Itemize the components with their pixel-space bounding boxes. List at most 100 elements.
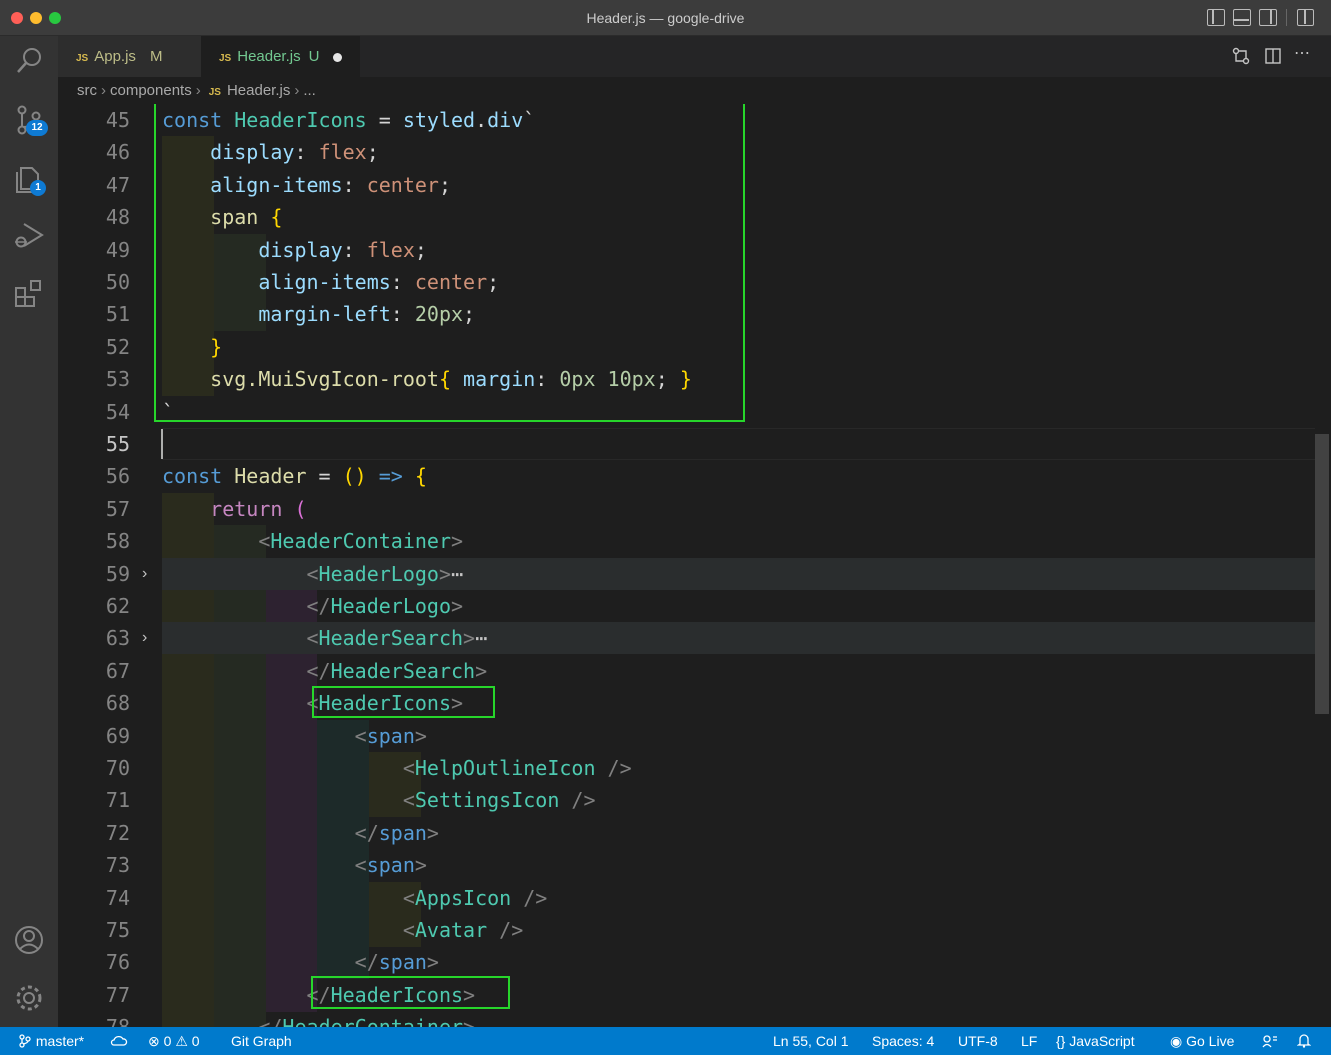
open-changes-icon[interactable] xyxy=(1232,47,1250,65)
code-token: /> xyxy=(523,885,548,910)
fold-expand-icon[interactable]: › xyxy=(142,558,147,590)
breadcrumb-item-src[interactable]: src xyxy=(77,82,97,99)
cursor-position[interactable]: Ln 55, Col 1 xyxy=(773,1027,849,1055)
line-number: 70 xyxy=(105,756,130,780)
tab-app-js[interactable]: JS App.js M xyxy=(58,36,201,77)
titlebar-divider xyxy=(1286,9,1287,26)
line-number: 63 xyxy=(105,626,130,651)
code-token: HeaderLogo xyxy=(318,561,439,586)
branch-indicator[interactable]: master* xyxy=(18,1027,84,1055)
code-token: HeaderSearch xyxy=(330,658,476,683)
code-editor[interactable]: 45 const HeaderIcons = styled.div` 46 disp… xyxy=(58,104,1331,1027)
code-line: <AppsIcon /> xyxy=(162,882,548,914)
more-actions-icon[interactable]: ⋯ xyxy=(1294,46,1312,65)
title-bar: Header.js — google-drive xyxy=(0,0,1331,36)
tab-label: Header.js xyxy=(237,48,301,65)
sync-cloud-icon[interactable] xyxy=(110,1027,128,1055)
code-line: </HeaderLogo> xyxy=(162,590,464,622)
breadcrumb-item-file[interactable]: Header.js xyxy=(227,82,290,99)
js-file-icon: JS xyxy=(208,87,221,98)
code-token: > xyxy=(451,529,464,554)
code-token: Header xyxy=(234,464,307,489)
code-token: return xyxy=(210,496,283,521)
split-editor-icon[interactable] xyxy=(1264,47,1282,65)
line-number: 75 xyxy=(105,918,130,942)
problems-indicator[interactable]: ⊗ 0 ⚠ 0 xyxy=(148,1027,200,1055)
notifications-bell-icon[interactable] xyxy=(1296,1027,1312,1055)
eol-setting[interactable]: LF xyxy=(1021,1027,1037,1055)
code-token: > xyxy=(451,594,464,618)
code-token: > xyxy=(463,626,476,651)
warning-icon: ⚠ xyxy=(175,1033,188,1049)
encoding-setting[interactable]: UTF-8 xyxy=(958,1027,998,1055)
breadcrumb: src › components › JS Header.js ›... xyxy=(58,77,1331,104)
go-live-button[interactable]: ◉ Go Live xyxy=(1170,1027,1234,1055)
explorer-icon[interactable]: 1 xyxy=(12,160,46,196)
line-number: 71 xyxy=(105,788,130,813)
code-token: </ xyxy=(354,950,379,975)
breadcrumb-item-components[interactable]: components xyxy=(110,82,192,99)
code-token: ( xyxy=(294,496,307,521)
toggle-secondary-sidebar-icon[interactable] xyxy=(1259,9,1277,26)
line-number: 69 xyxy=(105,723,130,748)
indentation-setting[interactable]: Spaces: 4 xyxy=(872,1027,934,1055)
code-token: /> xyxy=(499,918,524,942)
tab-header-js[interactable]: JS Header.js U xyxy=(201,36,360,77)
run-debug-icon[interactable] xyxy=(12,218,46,252)
code-line: </span> xyxy=(162,817,439,849)
code-token: () xyxy=(342,464,367,489)
tab-label: App.js xyxy=(94,48,136,65)
line-number: 52 xyxy=(105,334,130,359)
chevron-right-icon: › xyxy=(294,82,300,99)
fold-expand-icon[interactable]: › xyxy=(142,622,147,654)
customize-layout-icon[interactable] xyxy=(1297,9,1314,26)
text-cursor xyxy=(161,429,163,459)
toggle-panel-icon[interactable] xyxy=(1233,9,1251,26)
code-token: span xyxy=(366,723,415,748)
braces-icon: {} xyxy=(1056,1033,1066,1049)
manage-gear-icon[interactable] xyxy=(12,981,46,1015)
js-file-icon: JS xyxy=(76,53,89,64)
source-control-icon[interactable]: 12 xyxy=(12,102,48,136)
code-token: < xyxy=(402,885,415,910)
breadcrumb-item-symbol[interactable]: ... xyxy=(303,82,316,99)
code-token: span xyxy=(378,950,427,975)
code-token: < xyxy=(402,918,415,942)
language-mode[interactable]: {} JavaScript xyxy=(1056,1027,1135,1055)
extensions-icon[interactable] xyxy=(12,276,46,310)
line-number: 47 xyxy=(105,172,130,197)
code-line: <HeaderContainer> xyxy=(162,525,463,557)
code-token: > xyxy=(426,820,439,845)
code-token: Avatar xyxy=(414,918,488,942)
code-token: ⋯ xyxy=(475,626,488,651)
feedback-icon[interactable] xyxy=(1262,1027,1278,1055)
code-token: ⋯ xyxy=(451,561,464,586)
error-icon: ⊗ xyxy=(148,1033,160,1049)
editor-scrollbar[interactable] xyxy=(1315,434,1329,714)
broadcast-icon: ◉ xyxy=(1170,1033,1183,1049)
code-line: </HeaderSearch> xyxy=(162,655,488,687)
code-line: </HeaderContainer> xyxy=(162,1011,475,1027)
code-token: < xyxy=(354,853,367,878)
toggle-primary-sidebar-icon[interactable] xyxy=(1207,9,1225,26)
search-icon[interactable] xyxy=(12,44,46,78)
accounts-icon[interactable] xyxy=(12,923,46,957)
chevron-right-icon: › xyxy=(195,82,201,99)
code-token: > xyxy=(463,1015,475,1027)
unsaved-dot-icon[interactable] xyxy=(333,52,343,62)
git-graph-button[interactable]: Git Graph xyxy=(231,1027,292,1055)
line-number: 67 xyxy=(105,658,130,683)
code-line: <HeaderSearch>⋯ xyxy=(162,622,488,654)
